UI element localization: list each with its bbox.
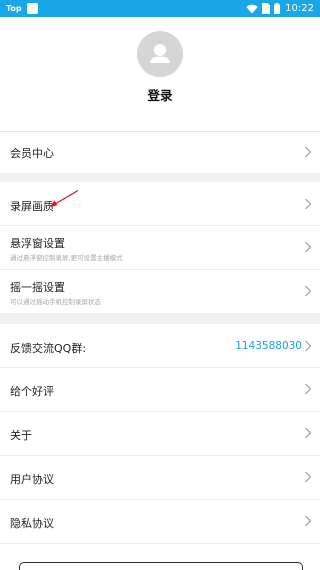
floating-window-sub: 通过悬浮窗控制录屏,更可设置主播模式 bbox=[10, 254, 123, 262]
chevron-right-icon bbox=[305, 198, 312, 210]
chevron-right-icon bbox=[305, 515, 312, 527]
wifi-icon bbox=[246, 4, 258, 13]
status-time: 10:22 bbox=[285, 3, 314, 14]
row-divider bbox=[0, 543, 320, 544]
bottom-button-frame[interactable] bbox=[19, 562, 303, 570]
chevron-right-icon bbox=[305, 146, 312, 158]
notification-square-icon bbox=[26, 3, 38, 14]
shake-row[interactable]: 摇一摇设置 可以通过摇动手机控制录屏状态 bbox=[0, 270, 320, 313]
login-label[interactable]: 登录 bbox=[0, 85, 320, 104]
chevron-right-icon bbox=[305, 285, 312, 297]
status-bar-left: Top bbox=[6, 2, 38, 15]
floating-window-row[interactable]: 悬浮窗设置 通过悬浮窗控制录屏,更可设置主播模式 bbox=[0, 226, 320, 269]
rate-row[interactable]: 给个好评 bbox=[0, 368, 320, 411]
status-app-label: Top bbox=[6, 4, 22, 13]
chevron-right-icon bbox=[305, 241, 312, 253]
member-center-row[interactable]: 会员中心 bbox=[0, 132, 320, 173]
avatar[interactable] bbox=[137, 31, 183, 77]
about-label: 关于 bbox=[10, 429, 32, 442]
chevron-right-icon bbox=[305, 427, 312, 439]
shake-sub: 可以通过摇动手机控制录屏状态 bbox=[10, 298, 101, 306]
feedback-qq-number[interactable]: 1143588030 bbox=[235, 340, 302, 352]
battery-icon bbox=[274, 3, 281, 14]
feedback-qq-row[interactable]: 反馈交流QQ群: 1143588030 bbox=[0, 324, 320, 367]
section-gap bbox=[0, 173, 320, 182]
profile-header[interactable]: 登录 bbox=[0, 17, 320, 131]
shake-label: 摇一摇设置 bbox=[10, 281, 65, 294]
avatar-person-icon bbox=[150, 44, 170, 63]
screen: Top 10:22 登录 会员中心 录屏画质 悬浮窗设置 通过悬浮窗控制录屏,更… bbox=[0, 0, 320, 570]
chevron-right-icon bbox=[305, 383, 312, 395]
feedback-qq-label: 反馈交流QQ群: bbox=[10, 342, 87, 355]
chevron-right-icon bbox=[305, 340, 312, 352]
section-gap bbox=[0, 313, 320, 324]
floating-window-label: 悬浮窗设置 bbox=[10, 237, 65, 250]
status-bar-right: 10:22 bbox=[242, 2, 314, 15]
chevron-right-icon bbox=[305, 471, 312, 483]
rate-label: 给个好评 bbox=[10, 385, 54, 398]
status-bar: Top 10:22 bbox=[0, 0, 320, 17]
user-agreement-row[interactable]: 用户协议 bbox=[0, 456, 320, 499]
annotation-arrow-icon bbox=[50, 189, 79, 207]
sim-icon bbox=[262, 3, 271, 14]
privacy-row[interactable]: 隐私协议 bbox=[0, 500, 320, 543]
member-center-label: 会员中心 bbox=[10, 147, 54, 160]
privacy-label: 隐私协议 bbox=[10, 517, 54, 530]
user-agreement-label: 用户协议 bbox=[10, 473, 54, 486]
about-row[interactable]: 关于 bbox=[0, 412, 320, 455]
